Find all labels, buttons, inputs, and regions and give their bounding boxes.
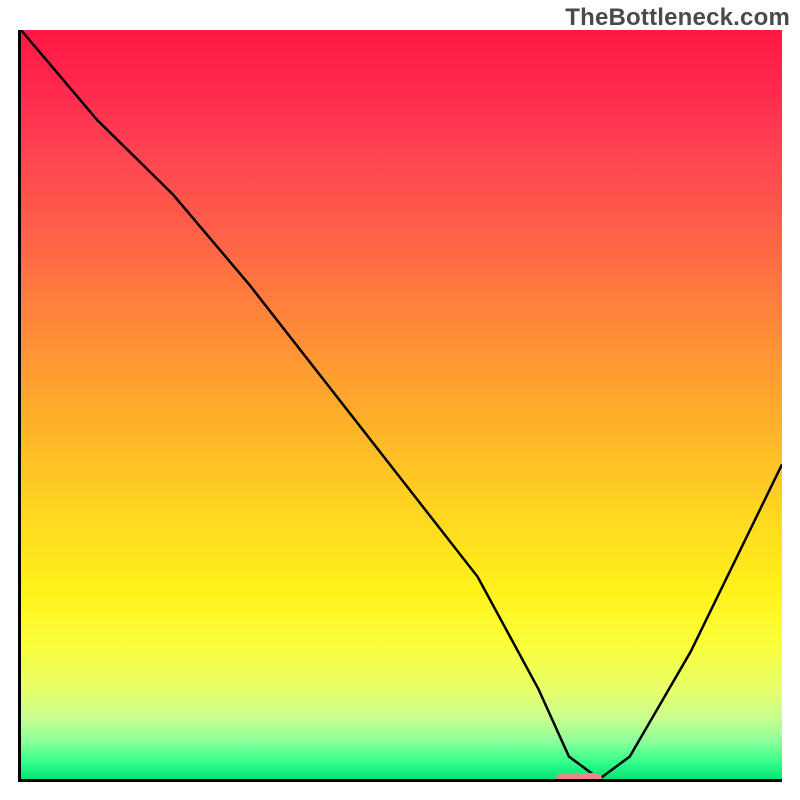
watermark-text: TheBottleneck.com <box>565 4 790 32</box>
plot-area <box>18 30 782 782</box>
optimal-point-marker <box>556 773 602 782</box>
bottleneck-curve <box>21 30 782 779</box>
